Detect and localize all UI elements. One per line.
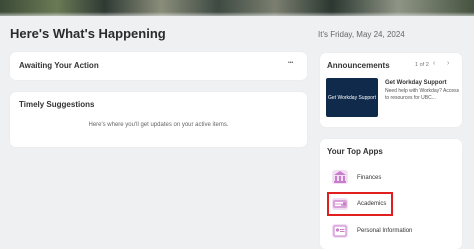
awaiting-action-title: Awaiting Your Action	[19, 61, 99, 70]
announcements-title: Announcements	[327, 61, 390, 70]
date-text: It's Friday, May 24, 2024	[318, 30, 405, 39]
announcement-item-title[interactable]: Get Workday Support	[385, 80, 447, 86]
announcement-thumbnail-text: Get Workday Support	[328, 94, 376, 101]
bank-icon	[331, 169, 349, 185]
top-app-label: Academics	[357, 201, 387, 207]
announcements-count: 1 of 2	[415, 62, 429, 68]
top-app-label: Finances	[357, 175, 382, 181]
personal-info-icon	[331, 223, 349, 239]
more-options-button[interactable]: •••	[288, 60, 293, 66]
academics-icon	[331, 196, 349, 212]
page-title: Here's What's Happening	[10, 26, 166, 41]
timely-suggestions-title: Timely Suggestions	[19, 100, 95, 109]
announcement-item-body: Need help with Workday? Access to resour…	[385, 88, 460, 101]
top-app-label: Personal Information	[357, 228, 413, 234]
banner-fade	[0, 12, 474, 16]
suggestions-empty-text: Here's where you'll get updates on your …	[88, 122, 229, 128]
announcement-thumbnail[interactable]: Get Workday Support	[326, 78, 378, 117]
chevron-left-icon[interactable]: ‹	[433, 60, 435, 67]
top-apps-title: Your Top Apps	[327, 147, 383, 156]
chevron-right-icon[interactable]: ›	[447, 60, 449, 67]
